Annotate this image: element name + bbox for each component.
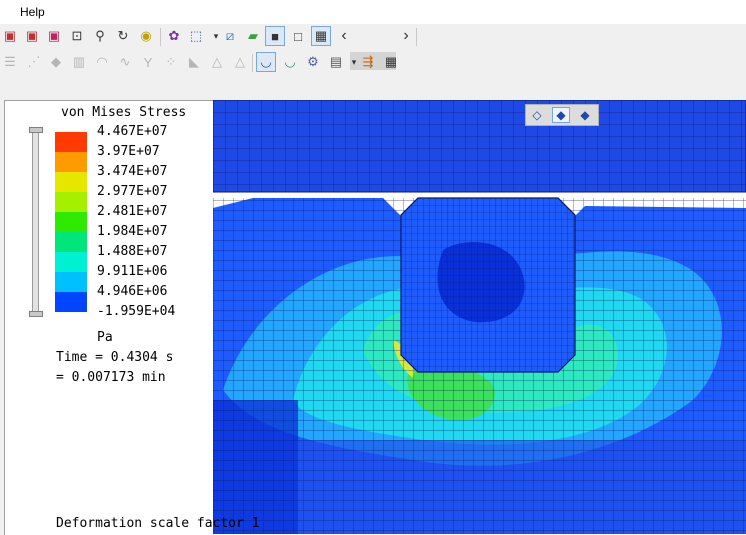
shaded-cube-icon[interactable]: ■ [265, 26, 285, 46]
color-band [55, 172, 87, 192]
render-box-icon[interactable]: ▣ [0, 26, 20, 46]
color-band [55, 272, 87, 292]
mesh-triangle-icon[interactable]: △ [207, 52, 227, 72]
legend-label: 3.97E+07 [97, 144, 160, 159]
legend-slider-track[interactable] [32, 130, 39, 314]
node-icon[interactable]: ⋰ [24, 52, 44, 72]
legend-label: 2.481E+07 [97, 204, 168, 219]
view-orientation-bar: ◇ ◆ ◆ [525, 104, 599, 126]
scroll-left-button[interactable]: ‹ [334, 26, 354, 46]
legend-label: -1.959E+04 [97, 304, 176, 319]
branch-icon[interactable]: Y [138, 52, 158, 72]
axes-icon[interactable]: ⧄ [220, 26, 240, 46]
table-icon[interactable]: ▦ [381, 52, 401, 72]
legend-unit: Pa [97, 330, 113, 345]
bowl-icon[interactable]: ◡ [256, 52, 276, 72]
color-band [55, 132, 87, 152]
legend-label: 4.946E+06 [97, 284, 168, 299]
legend-title: von Mises Stress [61, 105, 187, 120]
element-icon[interactable]: ◆ [46, 52, 66, 72]
toolbar-bottom: ☰ ⋰ ◆ ▥ ◠ ∿ Y ⁘ ◣ △ △ ◡ ◡ ⚙ ▤ ▾ ⇶ ▦ [0, 50, 746, 76]
color-band [55, 212, 87, 232]
hidden-cube-icon[interactable]: ▦ [311, 26, 331, 46]
select-cube-icon[interactable]: ⬚ [186, 26, 206, 46]
back-cube-icon[interactable]: ◆ [576, 107, 594, 123]
wire-cube-icon[interactable]: □ [288, 26, 308, 46]
fea-model-render[interactable] [213, 100, 746, 534]
bowl-green-icon[interactable]: ◡ [280, 52, 300, 72]
top-plate [213, 100, 746, 193]
menu-help[interactable]: Help [20, 5, 45, 19]
list-icon[interactable]: ☰ [0, 52, 20, 72]
legend-slider-top-handle[interactable] [29, 127, 43, 133]
zoom-box-icon[interactable]: ⊡ [67, 26, 87, 46]
rotate-icon[interactable]: ↻ [113, 26, 133, 46]
toolbar-separator [416, 28, 417, 46]
film-icon[interactable]: ▤ [326, 52, 346, 72]
front-cube-icon[interactable]: ◇ [528, 107, 546, 123]
central-deformed-block [400, 197, 576, 373]
legend-label: 4.467E+07 [97, 124, 168, 139]
toolbar-separator [252, 54, 253, 72]
surface-icon[interactable]: ▰ [243, 26, 263, 46]
toolbar-separator [160, 28, 161, 46]
color-band [55, 152, 87, 172]
point-icon[interactable]: ◣ [184, 52, 204, 72]
legend-label: 2.977E+07 [97, 184, 168, 199]
legend-label: 9.911E+06 [97, 264, 168, 279]
legend-label: 3.474E+07 [97, 164, 168, 179]
iso-cube-icon[interactable]: ◆ [552, 107, 570, 123]
render-box-pink-icon[interactable]: ▣ [44, 26, 64, 46]
scroll-right-button[interactable]: › [396, 26, 416, 46]
arrows-icon[interactable]: ⇶ [358, 52, 378, 72]
face-icon[interactable]: ▥ [69, 52, 89, 72]
edge-icon[interactable]: ◠ [92, 52, 112, 72]
toolbar-top: ▣ ▣ ▣ ⊡ ⚲ ↻ ◉ ✿ ⬚ ▾ ⧄ ▰ ■ □ ▦ ‹ › [0, 24, 746, 70]
dots-icon[interactable]: ⁘ [161, 52, 181, 72]
outline-triangle-icon[interactable]: △ [230, 52, 250, 72]
legend-label: 1.488E+07 [97, 244, 168, 259]
magnifier-icon[interactable]: ⚲ [90, 26, 110, 46]
render-box-red-icon[interactable]: ▣ [22, 26, 42, 46]
color-band [55, 192, 87, 212]
deformation-scale-label: Deformation scale factor 1 [56, 516, 260, 531]
color-band [55, 252, 87, 272]
time-seconds: Time = 0.4304 s [56, 350, 174, 365]
legend-slider-bottom-handle[interactable] [29, 311, 43, 317]
spring-icon[interactable]: ∿ [115, 52, 135, 72]
time-minutes: = 0.007173 min [56, 370, 166, 385]
legend-label: 1.984E+07 [97, 224, 168, 239]
menu-bar: Help [0, 0, 746, 24]
color-band [55, 292, 87, 312]
toolbox-icon[interactable]: ⚙ [303, 52, 323, 72]
palette-icon[interactable]: ✿ [164, 26, 184, 46]
fit-view-icon[interactable]: ◉ [136, 26, 156, 46]
color-band [55, 232, 87, 252]
